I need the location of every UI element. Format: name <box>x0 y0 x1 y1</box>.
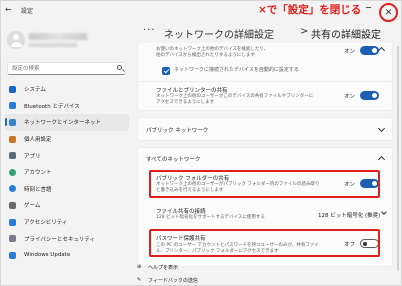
sidebar-item-9[interactable]: プライバシーとセキュリティ <box>5 230 129 247</box>
help-link[interactable]: ヘルプを表示 <box>148 264 178 271</box>
avatar-head <box>13 34 19 40</box>
auto-connect-checkbox[interactable] <box>162 67 170 75</box>
file-printer-toggle-label: オン <box>344 94 356 100</box>
file-printer-title: ファイルとプリンターの共有 <box>156 88 228 94</box>
encryption-select[interactable]: 128 ビット暗号化 (推奨) <box>318 211 380 219</box>
page-title: 共有の詳細設定 <box>311 30 381 41</box>
accessibility-icon <box>9 218 16 226</box>
all-networks-title: すべてのネットワーク <box>146 157 201 163</box>
file-printer-desc-1: ネットワーク上の他のユーザーがこのデバイスの共有ファイルやプリンターに <box>156 94 314 99</box>
highlight-public-folder <box>149 170 380 198</box>
wifi-icon <box>9 118 16 126</box>
annotation-text: ×で「設定」を閉じる <box>258 4 362 16</box>
auto-connect-label: ネットワークに接続されたデバイスを自動的に設定する <box>174 67 299 73</box>
close-button[interactable]: ✕ <box>379 3 398 22</box>
breadcrumb-network-advanced[interactable]: ネットワークの詳細設定 <box>164 26 274 41</box>
avatar-body <box>10 42 22 47</box>
file-printer-toggle[interactable] <box>360 91 379 100</box>
nav-list: システム Bluetooth とデバイスネットワークとインターネット 個人用設定アプ… <box>5 81 129 264</box>
sidebar-item-3[interactable]: 個人用設定 <box>5 131 129 148</box>
close-icon: ✕ <box>384 7 393 18</box>
encryption-desc: 128 ビット暗号化をサポートするデバイスに使用する <box>156 215 265 220</box>
chevron-down-icon[interactable] <box>377 124 386 133</box>
file-printer-desc-2: アクセスできるようにします <box>156 100 215 105</box>
feedback-link[interactable]: フィードバックの送信 <box>148 277 198 284</box>
feedback-icon[interactable]: ✎ <box>137 277 141 283</box>
page-header: ··· ネットワークの詳細設定 > 共有の詳細設定 <box>131 21 401 43</box>
user-name-redacted <box>29 33 87 40</box>
sidebar-item-8[interactable]: アクセシビリティ <box>5 214 129 231</box>
brush-icon <box>9 135 16 143</box>
public-network-title: パブリック ネットワーク <box>146 128 209 134</box>
chevron-down-icon[interactable] <box>381 209 387 215</box>
discovery-toggle-label: オン <box>344 49 356 55</box>
sidebar-item-label: アクセシビリティ <box>24 220 68 227</box>
sidebar-item-7[interactable]: ゲーム <box>5 197 129 214</box>
discovery-desc-1: お使いのネットワーク上の他のデバイスを検索したり、 <box>156 47 269 52</box>
monitor-icon <box>9 85 16 93</box>
sidebar-item-label: アカウント <box>24 170 52 177</box>
sidebar-item-label: ネットワークとインターネット <box>24 120 102 127</box>
sidebar-item-label: プライバシーとセキュリティ <box>24 236 96 243</box>
file-printer-card: ファイルとプリンターの共有 ネットワーク上の他のユーザーがこのデバイスの共有ファ… <box>137 81 393 111</box>
search-icon[interactable] <box>117 65 122 70</box>
avatar[interactable] <box>7 31 25 49</box>
sidebar-item-4[interactable]: アプリ <box>5 147 129 164</box>
clock-globe-icon <box>9 185 16 193</box>
sidebar-item-10[interactable]: Windows Update <box>5 247 129 264</box>
sidebar-item-label: システム <box>24 87 46 94</box>
user-email-redacted <box>29 43 77 47</box>
update-icon <box>9 251 16 259</box>
discovery-toggle[interactable] <box>360 46 379 55</box>
controller-icon <box>9 201 16 209</box>
breadcrumb-separator: > <box>300 26 309 37</box>
sidebar-item-label: アプリ <box>24 153 41 160</box>
sidebar-item-label: 個人用設定 <box>24 137 52 144</box>
sidebar-item-1[interactable]: Bluetooth とデバイス <box>5 98 129 115</box>
account-icon <box>9 168 16 176</box>
shield-icon <box>9 235 16 243</box>
sidebar-item-0[interactable]: システム <box>5 81 129 98</box>
sidebar-item-label: Bluetooth とデバイス <box>24 103 80 110</box>
back-arrow-icon[interactable]: ← <box>5 5 12 14</box>
app-title: 設定 <box>21 8 34 15</box>
breadcrumb-overflow[interactable]: ··· <box>143 25 156 36</box>
encryption-title: ファイル共有の接続 <box>156 209 206 215</box>
sidebar-item-label: ゲーム <box>24 203 41 210</box>
minimize-button[interactable] <box>366 7 371 8</box>
sidebar: システム Bluetooth とデバイスネットワークとインターネット個人用設定アプ… <box>1 19 131 286</box>
sidebar-item-5[interactable]: アカウント <box>5 164 129 181</box>
help-icon[interactable]: ⊕ <box>137 264 141 270</box>
apps-icon <box>9 152 16 160</box>
content-area: お使いのネットワーク上の他のデバイスを検索したり、 他のデバイスから検出されたり… <box>137 43 393 286</box>
public-network-card[interactable]: パブリック ネットワーク <box>137 117 393 141</box>
highlight-password-sharing <box>149 229 380 257</box>
settings-window: ← 設定 ×で「設定」を閉じる ✕ システムBluetooth とデバイスネット… <box>0 0 402 286</box>
bluetooth-icon <box>9 102 16 110</box>
search-input[interactable] <box>7 62 126 75</box>
sidebar-item-6[interactable]: 時刻と言語 <box>5 181 129 198</box>
sidebar-item-label: 時刻と言語 <box>24 186 52 193</box>
chevron-up-icon[interactable] <box>377 46 386 55</box>
chevron-up-icon[interactable] <box>377 155 386 164</box>
sidebar-item-2[interactable]: ネットワークとインターネット <box>5 114 129 131</box>
discovery-desc-2: 他のデバイスから検出されたりするようにします <box>156 53 255 58</box>
scrollbar[interactable] <box>397 46 399 271</box>
sidebar-item-label: Windows Update <box>24 252 71 259</box>
